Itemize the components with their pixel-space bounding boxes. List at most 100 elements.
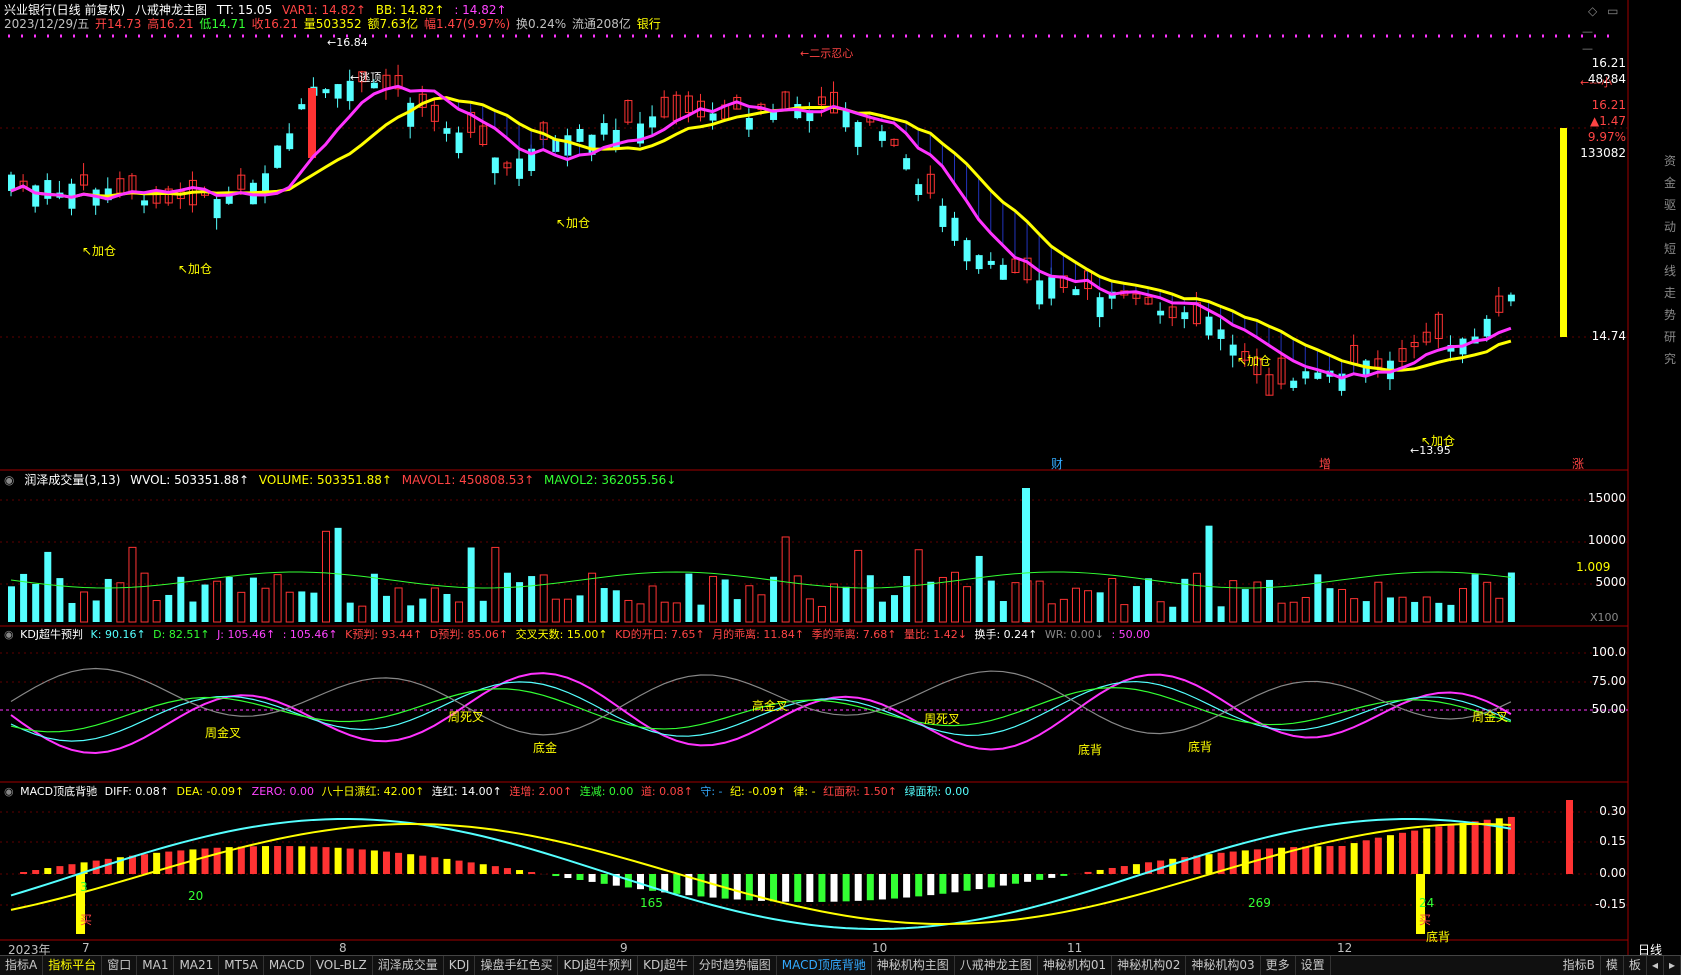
vol-bar-up — [141, 573, 148, 622]
tab-board[interactable]: 板 — [1624, 956, 1647, 975]
vol-bar-down — [8, 586, 15, 622]
tab-7[interactable]: VOL-BLZ — [311, 956, 373, 975]
vol-bar-up — [1460, 589, 1467, 622]
macd-bar-pos — [1351, 843, 1358, 874]
vol-bar-down — [528, 576, 535, 622]
candle-down — [214, 199, 221, 218]
tab-5[interactable]: MT5A — [219, 956, 264, 975]
high-price-label: ←16.84 — [327, 36, 368, 49]
vol-bar-down — [189, 602, 196, 622]
prev-arrow-icon[interactable]: ◂ — [1647, 956, 1664, 975]
candle-down — [988, 261, 995, 265]
x-axis-month-9: 9 — [620, 941, 628, 955]
macd-count-1: 3 — [80, 880, 88, 894]
macd-panel-title[interactable]: MACD顶底背驰 — [20, 785, 97, 798]
kdj-tick-75: 75.00 — [1566, 674, 1626, 688]
macd-bar-neg — [891, 874, 898, 899]
candle-down — [1484, 319, 1491, 337]
marker-increase[interactable]: 增 — [1319, 455, 1331, 472]
macd-bar-neg — [770, 874, 777, 901]
tab-17[interactable]: 神秘机构01 — [1038, 956, 1112, 975]
macd-bar-neg — [939, 874, 946, 894]
marker-finance[interactable]: 财 — [1051, 455, 1063, 472]
marker-limit-up[interactable]: 涨 — [1572, 455, 1584, 472]
tab-4[interactable]: MA21 — [174, 956, 219, 975]
tab-18[interactable]: 神秘机构02 — [1112, 956, 1186, 975]
macd-count-4: 269 — [1248, 896, 1271, 910]
tab-16[interactable]: 八戒神龙主图 — [955, 956, 1038, 975]
tab-13[interactable]: 分时趋势幅图 — [694, 956, 777, 975]
vol-bar-down — [927, 582, 934, 622]
vol-bar-up — [649, 586, 656, 622]
vol-bar-down — [383, 596, 390, 622]
vol-bar-down — [1387, 597, 1394, 622]
macd-bar-neg — [1012, 874, 1019, 884]
next-arrow-icon[interactable]: ▸ — [1664, 956, 1681, 975]
vol-bar-down — [177, 577, 184, 622]
kdj-panel-title[interactable]: KDJ超牛预判 — [20, 628, 83, 641]
macd-bar-neg — [915, 874, 922, 896]
macd-dea: DEA: -0.09↑ — [177, 785, 245, 798]
tab-11[interactable]: KDJ超牛预判 — [558, 956, 638, 975]
macd-bar-pos — [165, 852, 172, 874]
tab-12[interactable]: KDJ超牛 — [638, 956, 694, 975]
macd-bar-pos — [1339, 846, 1346, 874]
macd-bar-pos — [1097, 870, 1104, 874]
tab-2[interactable]: 窗口 — [102, 956, 137, 975]
macd-bar-pos — [44, 868, 51, 874]
tab-21[interactable]: 设置 — [1296, 956, 1331, 975]
candle-down — [976, 255, 983, 269]
candle-down — [746, 118, 753, 130]
tab-9[interactable]: KDJ — [444, 956, 476, 975]
macd-bar-pos — [371, 850, 378, 874]
vol-bar-up — [1423, 597, 1430, 622]
macd-count-3: 165 — [640, 896, 663, 910]
vol-bar-down — [1435, 603, 1442, 622]
vol-bar-down — [697, 605, 704, 622]
vol-bar-up — [831, 584, 838, 622]
vol-bar-down — [1314, 574, 1321, 622]
vol-bar-up — [1278, 603, 1285, 622]
tab-6[interactable]: MACD — [264, 956, 311, 975]
vol-panel-title[interactable]: 润泽成交量(3,13) — [24, 473, 120, 487]
macd-red-area: 红面积: 1.50↑ — [823, 785, 897, 798]
tab-14[interactable]: MACD顶底背驰 — [777, 956, 872, 975]
minus-icon[interactable]: — — [1582, 25, 1593, 38]
x-axis-month-12: 12 — [1337, 941, 1352, 955]
vol-bar-down — [468, 547, 475, 622]
kdj-j2: : 105.46↑ — [283, 628, 338, 641]
vol-panel-icon[interactable]: ◉ — [4, 473, 14, 487]
minus-icon-2[interactable]: — — [1582, 42, 1593, 55]
tab-indicator-b[interactable]: 指标B — [1558, 956, 1601, 975]
tab-20[interactable]: 更多 — [1261, 956, 1296, 975]
vol-bar-up — [1290, 602, 1297, 622]
macd-bar-pos — [1278, 848, 1285, 874]
candle-down — [322, 89, 329, 93]
vol-bar-up — [1036, 581, 1043, 622]
indicator-tab-bar: 指标A指标平台窗口MA1MA21MT5AMACDVOL-BLZ润泽成交量KDJ操… — [0, 955, 1681, 975]
kdj-panel-icon[interactable]: ◉ — [4, 628, 14, 641]
tab-0[interactable]: 指标A — [0, 956, 43, 975]
ma-lines-group — [11, 86, 1511, 378]
macd-tick-015: 0.15 — [1566, 834, 1626, 848]
tab-8[interactable]: 润泽成交量 — [373, 956, 444, 975]
tab-19[interactable]: 神秘机构03 — [1186, 956, 1260, 975]
macd-panel-icon[interactable]: ◉ — [4, 785, 14, 798]
tab-10[interactable]: 操盘手红色买 — [475, 956, 558, 975]
volume-panel-header: ◉ 润泽成交量(3,13) WVOL: 503351.88↑ VOLUME: 5… — [4, 472, 682, 488]
side-vertical-text: 资金驱动短线走势研究 — [1664, 150, 1678, 370]
candle-down — [710, 113, 717, 120]
vol-bar-down — [504, 573, 511, 622]
macd-bar-pos — [347, 849, 354, 874]
vol-bar-up — [214, 581, 221, 622]
macd-bar-neg — [879, 874, 886, 899]
tab-1[interactable]: 指标平台 — [43, 956, 102, 975]
tab-3[interactable]: MA1 — [137, 956, 174, 975]
kdj-label-3: 底金 — [533, 739, 557, 756]
tab-15[interactable]: 神秘机构主图 — [872, 956, 955, 975]
vol-bar-down — [770, 577, 777, 622]
candle-down — [1157, 311, 1164, 316]
macd-bar-pos — [1266, 848, 1273, 874]
candle-down — [879, 131, 886, 141]
tab-template[interactable]: 模 — [1601, 956, 1624, 975]
